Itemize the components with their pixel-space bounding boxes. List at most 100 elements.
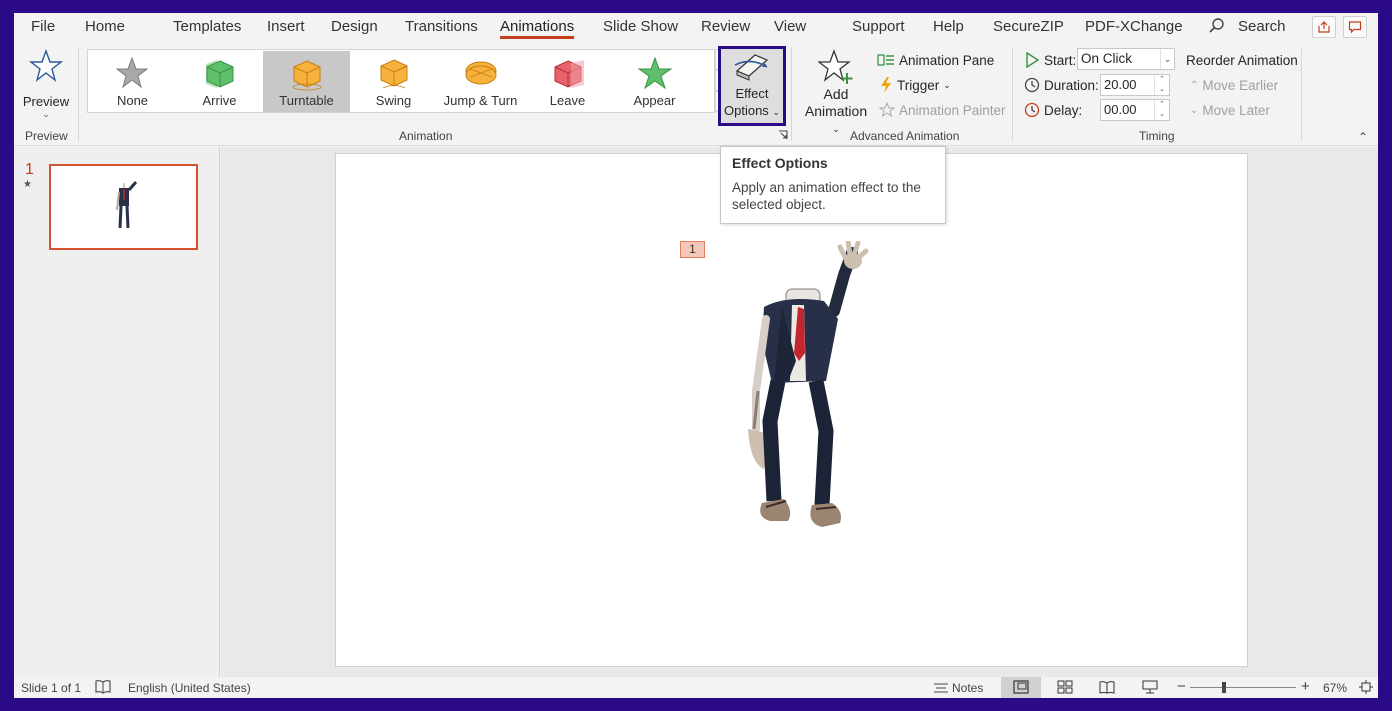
language[interactable]: English (United States)	[128, 681, 251, 695]
spinner-arrows-icon[interactable]: ⌃ ⌄	[1154, 100, 1169, 120]
menu-bar: File Home Templates Insert Design Transi…	[14, 13, 1378, 43]
animation-pane-icon	[877, 54, 894, 66]
collapse-ribbon-icon[interactable]: ⌃	[1358, 130, 1368, 144]
tab-help[interactable]: Help	[933, 18, 964, 35]
comments-button[interactable]	[1343, 16, 1367, 38]
preview-button[interactable]: Preview ⌄	[20, 49, 72, 123]
group-divider	[78, 47, 79, 141]
chevron-down-icon: ⌄	[943, 79, 951, 90]
trigger-button[interactable]: Trigger ⌄	[879, 75, 951, 95]
comment-icon	[1348, 21, 1362, 34]
trigger-label: Trigger	[897, 77, 940, 93]
delay-spinner[interactable]: 00.00 ⌃ ⌄	[1100, 99, 1170, 121]
zoom-out-button[interactable]: −	[1177, 678, 1186, 695]
dialog-launcher-icon[interactable]	[778, 130, 788, 140]
duration-label: Duration:	[1044, 77, 1099, 93]
fit-to-window-icon[interactable]	[1358, 679, 1374, 695]
slide-canvas[interactable]: 1	[335, 153, 1248, 667]
tab-slide-show[interactable]: Slide Show	[603, 18, 678, 35]
gallery-item-arrive[interactable]: Arrive	[176, 51, 263, 112]
gallery-label: Swing	[375, 93, 412, 108]
search-box[interactable]: Search	[1238, 18, 1286, 35]
add-animation-button[interactable]: Add Animation ⌄	[800, 49, 872, 134]
gallery-label: Turntable	[279, 93, 334, 108]
gallery-item-leave[interactable]: Leave	[524, 51, 611, 112]
delay-clock-icon	[1024, 102, 1040, 118]
tab-file[interactable]: File	[31, 18, 55, 35]
preview-label: Preview	[22, 94, 70, 109]
tab-templates[interactable]: Templates	[173, 18, 241, 35]
slideshow-icon	[1142, 680, 1158, 694]
chevron-down-icon[interactable]: ⌄	[20, 109, 72, 120]
start-dropdown[interactable]: On Click ⌄	[1077, 48, 1175, 70]
animation-order-tag[interactable]: 1	[680, 241, 705, 258]
group-divider	[1012, 47, 1013, 141]
slide-editor: 1	[221, 147, 1378, 677]
group-label-advanced-animation: Advanced Animation	[850, 129, 960, 143]
gallery-item-swing[interactable]: Swing	[350, 51, 437, 112]
start-value: On Click	[1081, 51, 1133, 66]
move-earlier-button[interactable]: ⌃ Move Earlier	[1190, 75, 1278, 95]
tab-home[interactable]: Home	[85, 18, 125, 35]
tab-pdf-xchange[interactable]: PDF-XChange	[1085, 18, 1183, 35]
tab-animations[interactable]: Animations	[500, 18, 575, 39]
zombie-thumbnail-image	[116, 181, 138, 229]
chevron-down-icon: ⌄	[1160, 49, 1174, 69]
animation-painter-icon	[879, 102, 895, 118]
slideshow-view-button[interactable]	[1130, 677, 1170, 698]
animation-painter-button[interactable]: Animation Painter	[879, 100, 1006, 120]
spinner-arrows-icon[interactable]: ⌃ ⌄	[1154, 75, 1169, 95]
notes-icon	[934, 683, 948, 693]
delay-value: 00.00	[1104, 102, 1137, 117]
zoom-in-button[interactable]: +	[1301, 678, 1310, 695]
zoom-level[interactable]: 67%	[1323, 681, 1347, 695]
slide-number: 1	[25, 161, 34, 178]
slide-thumbnail-pane: 1 ★	[14, 147, 220, 677]
gallery-item-jump-turn[interactable]: Jump & Turn	[437, 51, 524, 112]
zombie-image[interactable]	[726, 241, 876, 551]
tab-review[interactable]: Review	[701, 18, 750, 35]
clock-icon	[1024, 77, 1040, 93]
share-button[interactable]	[1312, 16, 1336, 38]
tab-securezip[interactable]: SecureZIP	[993, 18, 1064, 35]
animation-pane-label: Animation Pane	[899, 52, 995, 68]
gallery-item-turntable[interactable]: Turntable	[263, 51, 350, 112]
slide-thumbnail[interactable]	[49, 164, 198, 250]
normal-view-button[interactable]	[1001, 677, 1041, 698]
tab-support[interactable]: Support	[852, 18, 905, 35]
group-label-timing: Timing	[1139, 129, 1175, 143]
reading-view-button[interactable]	[1087, 677, 1127, 698]
effect-options-tooltip: Effect Options Apply an animation effect…	[720, 146, 946, 224]
notes-button[interactable]: Notes	[952, 681, 983, 695]
cube-orange-icon	[292, 60, 322, 91]
slide-sorter-button[interactable]	[1045, 677, 1085, 698]
disc-orange-icon	[465, 61, 497, 85]
spellcheck-book-icon[interactable]	[95, 679, 111, 694]
effect-options-button[interactable]: Effect Options ⌄	[718, 46, 786, 126]
zoom-slider[interactable]	[1190, 687, 1296, 688]
search-icon[interactable]	[1208, 17, 1226, 35]
tab-view[interactable]: View	[774, 18, 806, 35]
add-animation-label-1: Add	[823, 86, 849, 102]
gallery-label: None	[116, 93, 149, 108]
duration-spinner[interactable]: 20.00 ⌃ ⌄	[1100, 74, 1170, 96]
animation-pane-button[interactable]: Animation Pane	[877, 50, 994, 70]
chevron-up-icon: ⌃	[1190, 79, 1199, 91]
normal-view-icon	[1013, 680, 1029, 694]
gallery-label: Jump & Turn	[443, 93, 518, 108]
effect-options-label-2: Options ⌄	[724, 103, 780, 118]
move-later-label: Move Later	[1202, 102, 1270, 118]
move-earlier-label: Move Earlier	[1202, 77, 1279, 93]
cube-orange-icon	[380, 59, 408, 89]
zoom-slider-thumb[interactable]	[1222, 682, 1226, 693]
move-later-button[interactable]: ⌄ Move Later	[1190, 100, 1270, 120]
star-gray-icon	[116, 57, 148, 89]
animation-star-icon: ★	[23, 179, 32, 190]
delay-label: Delay:	[1044, 102, 1083, 118]
group-divider	[1301, 47, 1302, 141]
tab-insert[interactable]: Insert	[267, 18, 305, 35]
gallery-item-appear[interactable]: Appear	[611, 51, 698, 112]
tab-transitions[interactable]: Transitions	[405, 18, 478, 35]
tab-design[interactable]: Design	[331, 18, 378, 35]
gallery-item-none[interactable]: None	[89, 51, 176, 112]
